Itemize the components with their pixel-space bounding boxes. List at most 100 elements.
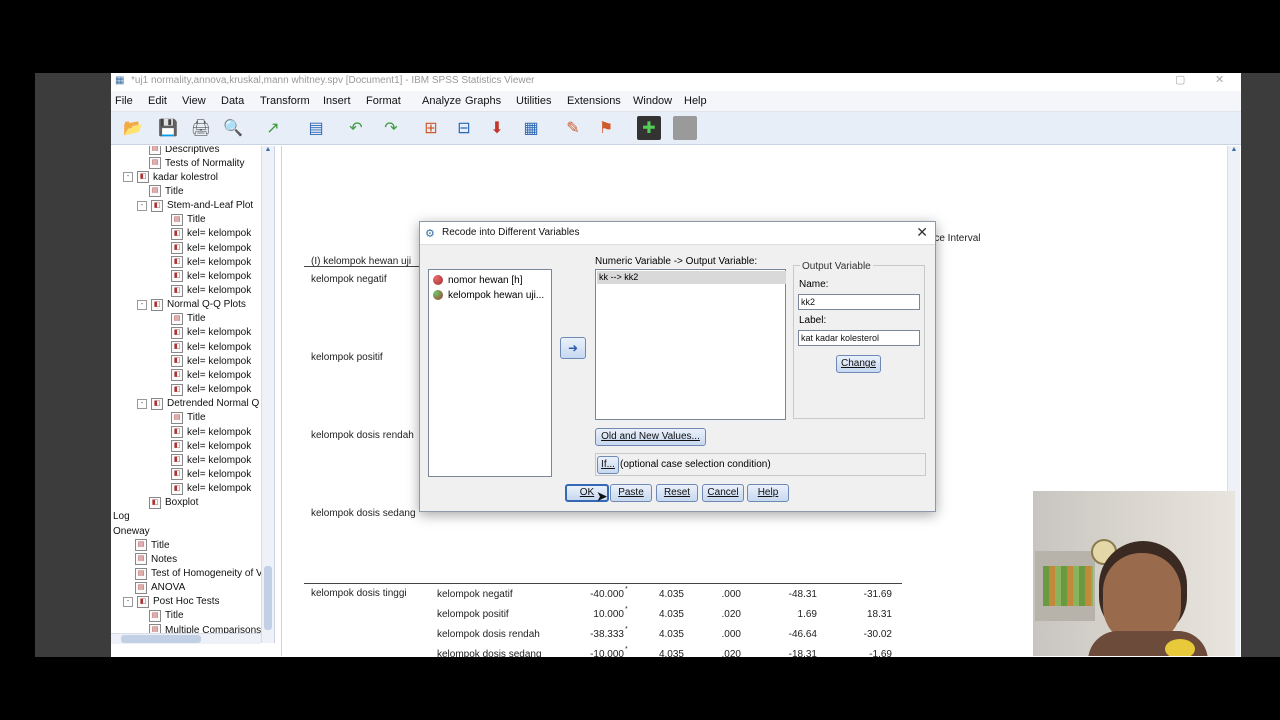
- outline-item[interactable]: ◧ Boxplot: [137, 496, 198, 510]
- print-preview-icon[interactable]: 🔍: [221, 116, 245, 140]
- add-icon[interactable]: ✚: [637, 116, 661, 140]
- close-window-icon[interactable]: ✕: [1215, 73, 1224, 86]
- outline-item[interactable]: ◧ kel= kelompok: [159, 453, 251, 467]
- outline-item[interactable]: ◧ kel= kelompok: [159, 255, 251, 269]
- outline-item[interactable]: ▤ Title: [123, 538, 170, 552]
- output-item-icon: ◧: [171, 326, 183, 339]
- paste-button[interactable]: Paste: [610, 484, 652, 502]
- dialog-close-icon[interactable]: ✕: [916, 224, 928, 241]
- variable-list[interactable]: nomor hewan [h] kelompok hewan uji...: [428, 269, 552, 477]
- insert-icon[interactable]: [673, 116, 697, 140]
- outline-scroll-thumb[interactable]: [264, 566, 272, 630]
- goto-case-icon[interactable]: ⊟: [452, 116, 476, 140]
- outline-item[interactable]: - ◧ Stem-and-Leaf Plot: [137, 199, 253, 213]
- outline-item[interactable]: ▤ Title: [159, 411, 206, 425]
- show-hide-icon[interactable]: ⚑: [594, 116, 618, 140]
- undo-icon[interactable]: ↶: [344, 116, 368, 140]
- menu-insert[interactable]: Insert: [323, 95, 351, 107]
- recall-dialog-icon[interactable]: ▤: [304, 116, 328, 140]
- sig-cell: .000: [721, 629, 741, 640]
- se-cell: 4.035: [658, 589, 684, 600]
- outline-item[interactable]: ▤ Descriptives: [137, 146, 219, 156]
- move-arrow-button[interactable]: ➜: [560, 337, 586, 359]
- collapse-icon[interactable]: -: [137, 200, 147, 211]
- cancel-button[interactable]: Cancel: [702, 484, 744, 502]
- menu-extensions[interactable]: Extensions: [567, 95, 621, 107]
- outline-item[interactable]: ◧ kel= kelompok: [159, 482, 251, 496]
- menu-file[interactable]: File: [115, 95, 133, 107]
- outline-item[interactable]: - ◧ Normal Q-Q Plots: [137, 298, 246, 312]
- menu-graphs[interactable]: Graphs: [465, 95, 501, 107]
- outline-item[interactable]: ▤ Title: [137, 609, 184, 623]
- outline-item[interactable]: ◧ kel= kelompok: [159, 340, 251, 354]
- change-button[interactable]: Change: [836, 355, 881, 373]
- menu-window[interactable]: Window: [633, 95, 672, 107]
- outline-item[interactable]: Oneway: [113, 524, 150, 538]
- outline-item[interactable]: ◧ kel= kelompok: [159, 439, 251, 453]
- collapse-icon[interactable]: -: [123, 596, 133, 607]
- outline-item[interactable]: Log: [113, 510, 130, 524]
- outline-item[interactable]: ◧ kel= kelompok: [159, 269, 251, 283]
- outline-item[interactable]: ▤ Title: [137, 184, 184, 198]
- menu-utilities[interactable]: Utilities: [516, 95, 551, 107]
- menu-format[interactable]: Format: [366, 95, 401, 107]
- collapse-icon[interactable]: -: [123, 172, 133, 183]
- list-item[interactable]: kelompok hewan uji...: [433, 288, 544, 302]
- collapse-icon[interactable]: -: [137, 398, 147, 409]
- old-new-values-button[interactable]: Old and New Values...: [595, 428, 706, 446]
- save-icon[interactable]: 💾: [156, 116, 180, 140]
- outline-item[interactable]: ▤ Tests of Normality: [137, 156, 244, 170]
- outline-item[interactable]: ◧ kel= kelompok: [159, 284, 251, 298]
- outline-item[interactable]: ◧ kel= kelompok: [159, 354, 251, 368]
- menu-edit[interactable]: Edit: [148, 95, 167, 107]
- outline-item[interactable]: ▤ Test of Homogeneity of Varia: [123, 567, 274, 581]
- mapping-item[interactable]: kk --> kk2: [597, 271, 786, 284]
- outline-item[interactable]: ▤ Notes: [123, 552, 177, 566]
- scroll-up-icon[interactable]: ▲: [263, 146, 273, 156]
- menu-help[interactable]: Help: [684, 95, 707, 107]
- collapse-icon[interactable]: -: [137, 299, 147, 310]
- outline-item[interactable]: ◧ kel= kelompok: [159, 368, 251, 382]
- mapping-list[interactable]: kk --> kk2: [595, 269, 786, 420]
- dialog-title: Recode into Different Variables: [442, 227, 580, 238]
- outline-item[interactable]: ◧ kel= kelompok: [159, 241, 251, 255]
- goto-data-icon[interactable]: ⊞: [419, 116, 443, 140]
- restore-icon[interactable]: ▢: [1175, 73, 1185, 86]
- designate-window-icon[interactable]: ✎: [561, 116, 585, 140]
- outline-item[interactable]: ▤ Title: [159, 213, 206, 227]
- menu-transform[interactable]: Transform: [260, 95, 310, 107]
- help-button[interactable]: Help: [747, 484, 789, 502]
- outline-item[interactable]: - ◧ Post Hoc Tests: [123, 595, 220, 609]
- redo-icon[interactable]: ↷: [379, 116, 403, 140]
- outline-hscrollbar[interactable]: [111, 633, 261, 644]
- outline-item[interactable]: - ◧ kadar kolestrol: [123, 170, 218, 184]
- label-field[interactable]: kat kadar kolesterol: [798, 330, 920, 346]
- goto-variable-icon[interactable]: ⬇: [485, 116, 509, 140]
- print-icon[interactable]: 🖨: [189, 116, 213, 140]
- outline-item[interactable]: ▤ ANOVA: [123, 581, 185, 595]
- if-button[interactable]: If...: [597, 456, 619, 474]
- outline-item[interactable]: ◧ kel= kelompok: [159, 425, 251, 439]
- name-field[interactable]: kk2: [798, 294, 920, 310]
- outline-vscrollbar[interactable]: ▲: [261, 146, 274, 643]
- menu-view[interactable]: View: [182, 95, 206, 107]
- outline-item-label: kel= kelompok: [187, 228, 252, 240]
- outline-item[interactable]: ◧ kel= kelompok: [159, 383, 251, 397]
- se-cell: 4.035: [658, 609, 684, 620]
- export-icon[interactable]: ↗: [261, 116, 285, 140]
- outline-item[interactable]: - ◧ Detrended Normal Q: [137, 397, 259, 411]
- outline-hscroll-thumb[interactable]: [121, 635, 201, 643]
- scroll-up-icon[interactable]: ▲: [1229, 146, 1239, 156]
- outline-item[interactable]: ◧ kel= kelompok: [159, 467, 251, 481]
- outline-item-label: kel= kelompok: [187, 256, 252, 268]
- outline-item[interactable]: ▤ Title: [159, 312, 206, 326]
- outline-item[interactable]: ◧ kel= kelompok: [159, 227, 251, 241]
- outline-item[interactable]: ◧ kel= kelompok: [159, 326, 251, 340]
- menu-data[interactable]: Data: [221, 95, 244, 107]
- menu-analyze[interactable]: Analyze: [422, 95, 461, 107]
- output-item-icon: ◧: [171, 284, 183, 297]
- variables-icon[interactable]: ▦: [519, 116, 543, 140]
- open-icon[interactable]: 📂: [121, 116, 145, 140]
- reset-button[interactable]: Reset: [656, 484, 698, 502]
- list-item[interactable]: nomor hewan [h]: [433, 273, 523, 287]
